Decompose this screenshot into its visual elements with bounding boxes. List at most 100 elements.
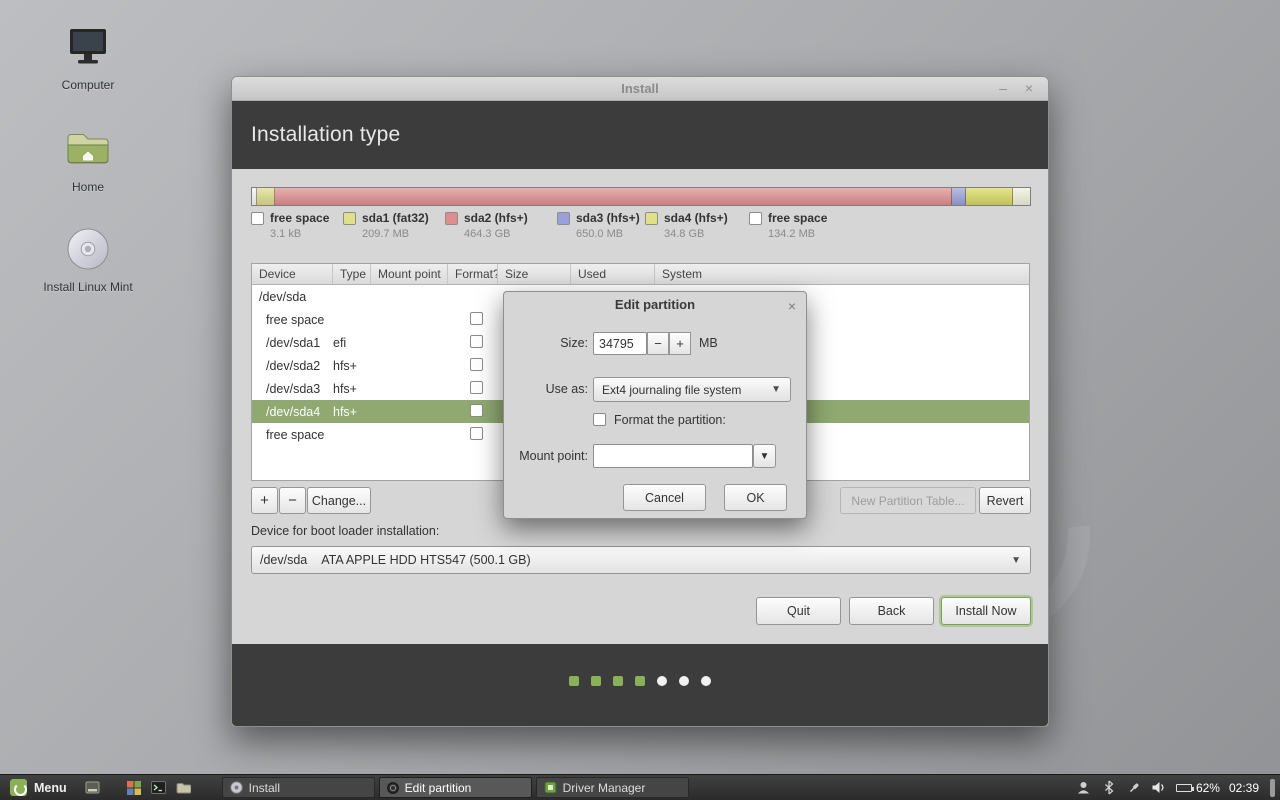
show-desktop-corner[interactable] <box>1270 779 1275 797</box>
progress-dot-upcoming <box>701 676 711 686</box>
legend-label: sda4 (hfs+) <box>664 211 728 225</box>
legend-size: 3.1 kB <box>270 228 329 240</box>
column-header-type[interactable]: Type <box>333 264 371 284</box>
menu-button[interactable]: Menu <box>0 775 77 800</box>
mount-point-label: Mount point: <box>504 449 588 463</box>
column-header-device[interactable]: Device <box>252 264 333 284</box>
bluetooth-icon[interactable] <box>1101 780 1117 796</box>
partition-overview-bar <box>251 187 1031 206</box>
column-header-system[interactable]: System <box>655 264 1029 284</box>
format-checkbox[interactable] <box>470 312 483 325</box>
legend-size: 134.2 MB <box>768 228 827 240</box>
use-as-label: Use as: <box>504 382 588 396</box>
mount-point-input[interactable] <box>594 449 752 463</box>
dialog-titlebar[interactable]: Edit partition × <box>504 292 806 318</box>
task-edit-partition[interactable]: Edit partition <box>379 777 532 798</box>
show-desktop-icon[interactable] <box>85 780 101 796</box>
format-checkbox[interactable] <box>470 404 483 417</box>
back-button[interactable]: Back <box>849 597 934 625</box>
legend-swatch <box>343 212 356 225</box>
new-partition-table-button[interactable]: New Partition Table... <box>840 487 976 514</box>
network-icon[interactable] <box>1126 780 1142 796</box>
desktop-icon-install-linux-mint[interactable]: Install Linux Mint <box>33 222 143 294</box>
mount-point-field[interactable] <box>593 444 753 468</box>
ok-button[interactable]: OK <box>724 484 787 511</box>
legend-swatch <box>251 212 264 225</box>
cd-disc-icon <box>33 222 143 276</box>
partition-segment <box>952 188 966 205</box>
table-header: Device Type Mount point Format? Size Use… <box>252 264 1029 285</box>
device-cell: /dev/sda <box>252 290 333 304</box>
desktop-icon-label: Computer <box>33 78 143 92</box>
close-button[interactable]: × <box>1018 77 1040 100</box>
format-checkbox[interactable] <box>470 427 483 440</box>
window-titlebar[interactable]: Install – × <box>232 77 1048 101</box>
bootloader-label: Device for boot loader installation: <box>251 524 439 538</box>
installer-icon <box>230 781 243 794</box>
task-install[interactable]: Install <box>222 777 375 798</box>
mount-point-dropdown-button[interactable]: ▼ <box>753 444 776 468</box>
menu-label: Menu <box>34 781 67 795</box>
change-partition-button[interactable]: Change... <box>307 487 371 514</box>
task-driver-manager[interactable]: Driver Manager <box>536 777 689 798</box>
legend-size: 464.3 GB <box>464 228 528 240</box>
progress-dot-upcoming <box>657 676 667 686</box>
revert-button[interactable]: Revert <box>979 487 1031 514</box>
install-now-button[interactable]: Install Now <box>941 597 1031 625</box>
size-increment-button[interactable]: + <box>669 332 691 355</box>
app-launcher-icon[interactable] <box>126 780 142 796</box>
add-partition-button[interactable]: + <box>251 487 278 514</box>
driver-manager-icon <box>544 781 557 794</box>
legend-swatch <box>749 212 762 225</box>
legend-swatch <box>645 212 658 225</box>
desktop-icon-label: Home <box>33 180 143 194</box>
column-header-format[interactable]: Format? <box>448 264 498 284</box>
format-partition-checkbox[interactable] <box>593 413 606 426</box>
cancel-button[interactable]: Cancel <box>623 484 706 511</box>
column-header-mount-point[interactable]: Mount point <box>371 264 448 284</box>
clock[interactable]: 02:39 <box>1229 781 1259 795</box>
user-account-icon[interactable] <box>1076 780 1092 796</box>
legend-size: 209.7 MB <box>362 228 429 240</box>
use-as-combobox[interactable]: Ext4 journaling file system ▼ <box>593 377 791 402</box>
size-spinbox[interactable] <box>593 332 647 355</box>
battery-indicator[interactable]: 62% <box>1176 781 1220 795</box>
bootloader-device-combobox[interactable]: /dev/sda ATA APPLE HDD HTS547 (500.1 GB)… <box>251 546 1031 574</box>
column-header-used[interactable]: Used <box>571 264 655 284</box>
legend-label: free space <box>270 211 329 225</box>
size-decrement-button[interactable]: − <box>647 332 669 355</box>
dialog-close-icon[interactable]: × <box>788 294 796 318</box>
quit-button[interactable]: Quit <box>756 597 841 625</box>
format-checkbox[interactable] <box>470 381 483 394</box>
battery-percent: 62% <box>1196 781 1220 795</box>
home-folder-icon <box>33 122 143 176</box>
format-checkbox[interactable] <box>470 358 483 371</box>
battery-icon <box>1176 784 1192 792</box>
progress-dot-current <box>635 676 645 686</box>
terminal-icon[interactable] <box>151 780 167 796</box>
computer-icon <box>33 20 143 74</box>
desktop-icon-home[interactable]: Home <box>33 122 143 194</box>
legend-label: sda1 (fat32) <box>362 211 429 225</box>
type-cell: hfs+ <box>333 382 371 396</box>
legend-item: sda4 (hfs+) 34.8 GB <box>645 211 728 240</box>
volume-icon[interactable] <box>1151 780 1167 796</box>
mint-logo-icon <box>10 779 27 796</box>
desktop-icon-computer[interactable]: Computer <box>33 20 143 92</box>
taskbar: Menu Install <box>0 774 1280 800</box>
size-input[interactable] <box>594 337 646 351</box>
window-title: Install <box>232 77 1048 100</box>
progress-dot-done <box>569 676 579 686</box>
legend-label: sda2 (hfs+) <box>464 211 528 225</box>
file-manager-icon[interactable] <box>176 780 192 796</box>
legend-size: 34.8 GB <box>664 228 728 240</box>
format-partition-label: Format the partition: <box>614 413 726 427</box>
device-cell: /dev/sda4 <box>252 405 333 419</box>
legend-item: sda2 (hfs+) 464.3 GB <box>445 211 528 240</box>
partition-segment <box>1013 188 1030 205</box>
minimize-button[interactable]: – <box>992 77 1014 100</box>
progress-dot-done <box>613 676 623 686</box>
format-checkbox[interactable] <box>470 335 483 348</box>
remove-partition-button[interactable]: − <box>279 487 306 514</box>
column-header-size[interactable]: Size <box>498 264 571 284</box>
